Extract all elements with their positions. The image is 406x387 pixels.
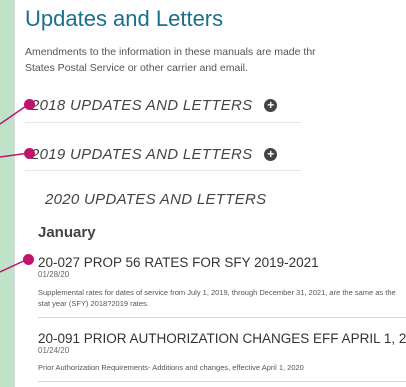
callout-lines	[0, 103, 30, 273]
callout-marker-2018	[24, 99, 35, 110]
callout-marker-2019	[24, 148, 35, 159]
callout-marker-letter	[23, 254, 34, 265]
